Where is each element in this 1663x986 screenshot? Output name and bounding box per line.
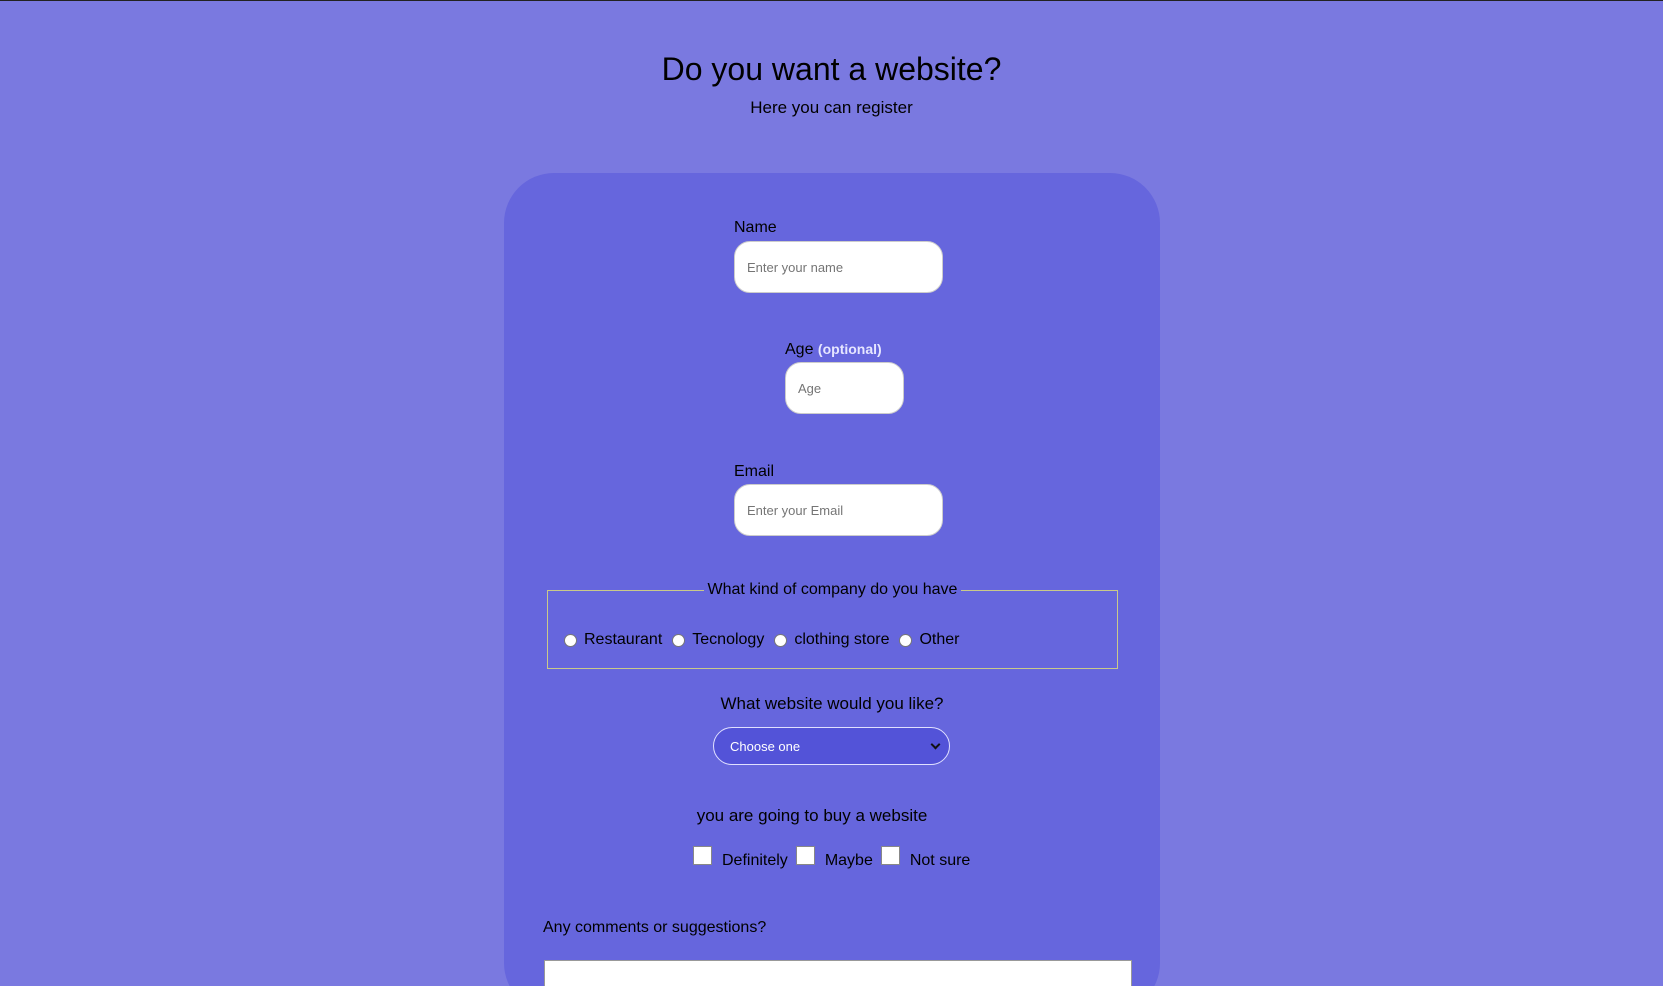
radio-label: Restaurant [584,631,663,648]
email-label: Email [734,463,775,480]
radio-label: Other [919,631,960,648]
website-type-select[interactable]: Choose one [713,727,950,765]
company-type-legend: What kind of company do you have [548,580,1117,600]
checkbox[interactable] [880,846,900,865]
email-input[interactable] [734,484,943,536]
radio-option-restaurant[interactable]: Restaurant [564,631,662,649]
page-title: Do you want a website? [661,51,1002,87]
radio-button[interactable] [672,633,686,647]
radio-option-tecnology[interactable]: Tecnology [672,631,764,649]
company-type-options: Restaurant Tecnology clothing store Othe… [564,631,970,649]
radio-button[interactable] [564,633,577,647]
name-label: Name [734,219,777,236]
checkbox-option-definitely[interactable]: Definitely [693,846,788,870]
checkbox-option-not-sure[interactable]: Not sure [880,846,971,870]
purchase-question: you are going to buy a website [696,806,928,825]
checkbox-option-maybe[interactable]: Maybe [795,846,873,870]
website-select-value: Choose one [730,738,801,754]
page-subtitle: Here you can register [750,98,913,117]
age-label-text: Age [785,341,814,358]
registration-form: Name Age (optional) Email What kind of c… [504,173,1160,986]
radio-label: Tecnology [692,631,765,648]
age-input[interactable] [785,362,904,414]
comments-textarea[interactable] [544,960,1132,986]
company-type-group: What kind of company do you have Restaur… [547,581,1118,669]
name-input[interactable] [734,241,943,293]
radio-option-clothing-store[interactable]: clothing store [774,631,889,649]
age-optional-note: (optional) [817,341,882,357]
purchase-options: Definitely Maybe Not sure [693,846,978,870]
chevron-down-icon [930,739,941,749]
radio-option-other[interactable]: Other [899,631,960,649]
checkbox-label: Not sure [909,852,971,869]
comments-label: Any comments or suggestions? [543,919,767,936]
checkbox[interactable] [795,846,815,865]
website-question: What website would you like? [720,694,944,713]
radio-button[interactable] [774,633,788,647]
radio-label: clothing store [794,631,890,648]
checkbox[interactable] [693,846,712,865]
checkbox-label: Maybe [824,852,873,869]
age-label: Age (optional) [785,341,882,359]
checkbox-label: Definitely [722,852,788,869]
company-type-legend-text: What kind of company do you have [703,581,962,598]
radio-button[interactable] [899,633,913,647]
